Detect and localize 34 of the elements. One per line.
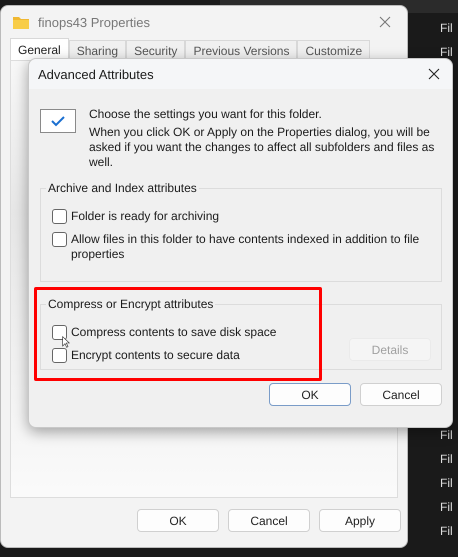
dialog-button[interactable]: OK — [137, 509, 219, 532]
tab[interactable]: Security — [126, 40, 186, 60]
checkbox[interactable] — [52, 325, 67, 340]
file-type-text: Fil — [440, 523, 453, 539]
checkbox[interactable] — [52, 232, 67, 247]
window-title: finops43 Properties — [38, 14, 152, 30]
file-type-text: Fil — [440, 44, 453, 60]
close-icon[interactable] — [428, 68, 440, 80]
checkbox[interactable] — [52, 209, 67, 224]
intro-text: Choose the settings you want for this folder. — [89, 107, 323, 122]
checkbox-label: Compress contents to save disk space — [71, 325, 276, 340]
file-type-text: Fil — [440, 499, 453, 515]
file-type-text: Fil — [440, 20, 453, 36]
file-type-text: Fil — [440, 475, 453, 491]
checkbox-label: Allow files in this folder to have contents indexed in addition to file properties — [71, 232, 420, 262]
note-text: When you click OK or Apply on the Properties dialog, you will be asked if you want the changes to affect all subfolders and files as well. — [89, 125, 436, 170]
file-type-text: Fil — [440, 451, 453, 467]
dialog-title: Advanced Attributes — [38, 66, 154, 82]
dialog-button[interactable]: OK — [269, 383, 351, 406]
tab[interactable]: Previous Versions — [185, 40, 298, 60]
folder-icon — [13, 16, 29, 28]
group-title: Compress or Encrypt attributes — [46, 297, 216, 311]
tab[interactable]: Customize — [297, 40, 370, 60]
tab[interactable]: General — [10, 38, 69, 60]
group-title: Archive and Index attributes — [46, 181, 199, 195]
file-type-text: Fil — [440, 427, 453, 443]
checkbox-label: Folder is ready for archiving — [71, 209, 220, 224]
dialog-button[interactable]: Cancel — [228, 509, 310, 532]
dialog-button[interactable]: Apply — [319, 509, 401, 532]
dialog-button[interactable]: Cancel — [360, 383, 442, 406]
mouse-cursor-icon — [62, 336, 70, 348]
checkbox-label: Encrypt contents to secure data — [71, 348, 240, 363]
checkbox[interactable] — [52, 348, 67, 363]
checkbox-icon — [40, 109, 76, 133]
